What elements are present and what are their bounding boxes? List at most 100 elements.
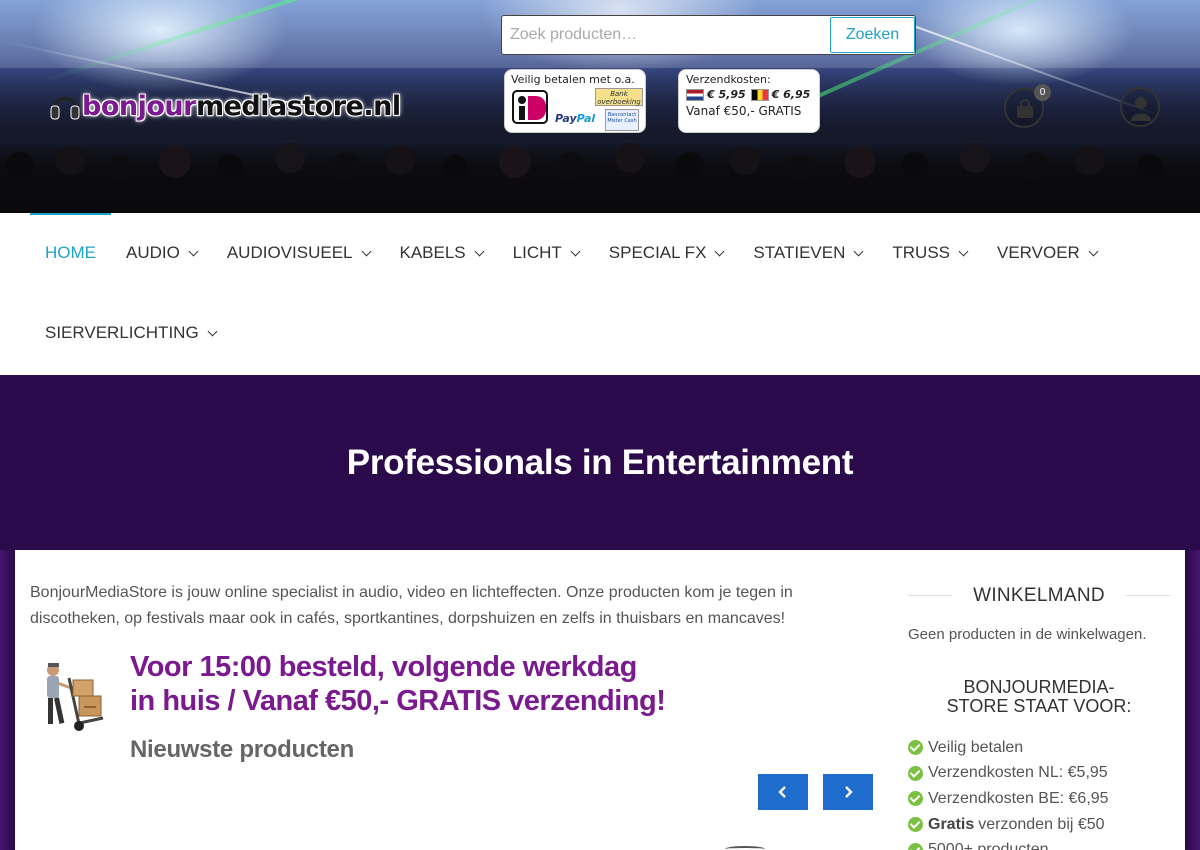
usp-text: Verzendkosten NL: €5,95 — [928, 764, 1108, 782]
stands-title-line-1: BONJOURMEDIA- — [963, 677, 1115, 697]
search-form: Zoeken — [501, 15, 916, 55]
shipping-prices: € 5,95 € 6,95 — [686, 88, 812, 101]
promo-line-1: Voor 15:00 besteld, volgende werkdag — [130, 651, 637, 683]
chevron-down-icon — [1088, 246, 1099, 256]
shopping-bag-icon — [1017, 99, 1033, 118]
chevron-left-icon — [778, 786, 786, 798]
check-icon — [908, 817, 923, 833]
nav-item-label: LICHT — [512, 243, 562, 262]
logo-text-bonjour: bonjour — [82, 90, 196, 122]
hero-section: Professionals in Entertainment — [0, 375, 1200, 550]
nav-item-label: VERVOER — [997, 243, 1080, 262]
nav-item-truss[interactable]: TRUSS — [877, 213, 982, 293]
usp-item: Gratis verzonden bij €50 — [908, 812, 1109, 838]
nav-item-home[interactable]: HOME — [30, 213, 111, 293]
nav-item-licht[interactable]: LICHT — [498, 213, 594, 293]
nav-row-1: HOME AUDIO AUDIOVISUEEL KABELS LICHT SPE… — [30, 213, 1112, 293]
chevron-right-icon — [845, 786, 853, 798]
side-background-right — [1185, 550, 1200, 850]
payment-methods-badge: Veilig betalen met o.a. Bank overboeking… — [504, 69, 646, 133]
promo-line-2: in huis / Vanaf €50,- GRATIS verzending! — [130, 685, 666, 717]
usp-text: 5000+ producten — [928, 841, 1049, 850]
search-input[interactable] — [502, 16, 828, 54]
chevron-down-icon — [570, 246, 581, 256]
cart-count-badge: 0 — [1034, 84, 1051, 101]
nav-item-sierverlichting[interactable]: SIERVERLICHTING — [30, 293, 231, 373]
check-icon — [908, 740, 923, 756]
usp-item: Verzendkosten NL: €5,95 — [908, 761, 1109, 787]
nav-item-audio[interactable]: AUDIO — [111, 213, 212, 293]
usp-text: Verzendkosten BE: €6,95 — [928, 789, 1109, 807]
nav-row-2: SIERVERLICHTING — [30, 293, 231, 373]
site-logo[interactable]: bonjourmediastore.nl — [50, 86, 401, 126]
side-background-left — [0, 550, 15, 850]
check-icon — [908, 791, 923, 807]
belgium-flag-icon — [750, 88, 769, 101]
bancontact-icon: Bancontact Mister Cash — [605, 109, 639, 131]
newest-products-title: Nieuwste producten — [130, 736, 354, 763]
usp-list: Veilig betalen Verzendkosten NL: €5,95 V… — [908, 735, 1109, 850]
main-content: BonjourMediaStore is jouw online special… — [15, 550, 1185, 850]
hero-title: Professionals in Entertainment — [346, 442, 854, 482]
nav-item-statieven[interactable]: STATIEVEN — [738, 213, 877, 293]
chevron-down-icon — [361, 246, 371, 256]
stands-title-line-2: STORE STAAT VOOR: — [946, 696, 1132, 716]
nav-item-label: HOME — [45, 243, 96, 262]
nav-item-label: SIERVERLICHTING — [45, 323, 199, 342]
usp-item: Verzendkosten BE: €6,95 — [908, 786, 1109, 812]
usp-item: 5000+ producten — [908, 837, 1109, 850]
chevron-down-icon — [714, 246, 725, 256]
logo-text: bonjourmediastore.nl — [82, 91, 401, 122]
nav-item-label: TRUSS — [892, 243, 950, 262]
paypal-text-b: Pal — [576, 112, 596, 125]
search-button[interactable]: Zoeken — [830, 17, 915, 53]
stands-for-title: BONJOURMEDIA- STORE STAAT VOOR: — [908, 678, 1170, 716]
nav-item-special-fx[interactable]: SPECIAL FX — [594, 213, 739, 293]
cart-empty-message: Geen producten in de winkelwagen. — [908, 626, 1147, 643]
main-navigation: HOME AUDIO AUDIOVISUEEL KABELS LICHT SPE… — [0, 213, 1200, 375]
nav-item-kabels[interactable]: KABELS — [385, 213, 498, 293]
shipping-costs-badge: Verzendkosten: € 5,95 € 6,95 Vanaf €50,-… — [678, 69, 820, 133]
crowd-silhouette — [0, 138, 1200, 213]
chevron-down-icon — [188, 246, 199, 256]
nav-item-label: SPECIAL FX — [608, 243, 707, 262]
chevron-down-icon — [958, 246, 969, 256]
check-icon — [908, 842, 923, 850]
sidebar: WINKELMAND Geen producten in de winkelwa… — [908, 550, 1170, 850]
logo-text-mediastore: mediastore.nl — [195, 90, 401, 122]
cart-widget-title-text: WINKELMAND — [973, 585, 1105, 606]
carousel-next-button[interactable] — [823, 774, 873, 810]
usp-bold-text: Gratis — [928, 815, 975, 833]
user-icon — [1131, 97, 1151, 121]
chevron-down-icon — [853, 246, 864, 256]
shipping-badge-title: Verzendkosten: — [686, 73, 771, 86]
nav-item-label: KABELS — [399, 243, 466, 262]
shipping-price-nl: € 5,95 — [707, 88, 746, 101]
paypal-text-a: Pay — [555, 112, 577, 125]
shipping-price-be: € 6,95 — [771, 88, 811, 101]
cart-widget-title: WINKELMAND — [908, 585, 1170, 606]
ideal-icon — [512, 90, 548, 124]
product-image-partial — [725, 846, 765, 850]
netherlands-flag-icon — [686, 88, 704, 101]
nav-item-label: AUDIOVISUEEL — [226, 243, 353, 262]
headphones-icon — [50, 89, 80, 123]
usp-text: verzonden bij €50 — [978, 815, 1105, 833]
nav-item-label: STATIEVEN — [753, 243, 846, 262]
delivery-man-image — [35, 658, 110, 733]
bank-transfer-icon: Bank overboeking — [595, 88, 643, 106]
nav-item-vervoer[interactable]: VERVOER — [982, 213, 1112, 293]
chevron-down-icon — [207, 326, 218, 336]
usp-text: Veilig betalen — [928, 738, 1024, 756]
nav-item-label: AUDIO — [126, 243, 180, 262]
nav-item-audiovisueel[interactable]: AUDIOVISUEEL — [212, 213, 385, 293]
usp-item: Veilig betalen — [908, 735, 1109, 761]
account-button[interactable] — [1120, 87, 1160, 127]
free-shipping-text: Vanaf €50,- GRATIS — [686, 104, 802, 118]
payment-badge-title: Veilig betalen met o.a. — [511, 73, 635, 86]
carousel-prev-button[interactable] — [758, 774, 808, 810]
check-icon — [908, 765, 923, 781]
intro-text: BonjourMediaStore is jouw online special… — [30, 584, 793, 627]
delivery-promo: Voor 15:00 besteld, volgende werkdag in … — [130, 650, 750, 718]
chevron-down-icon — [474, 246, 485, 256]
